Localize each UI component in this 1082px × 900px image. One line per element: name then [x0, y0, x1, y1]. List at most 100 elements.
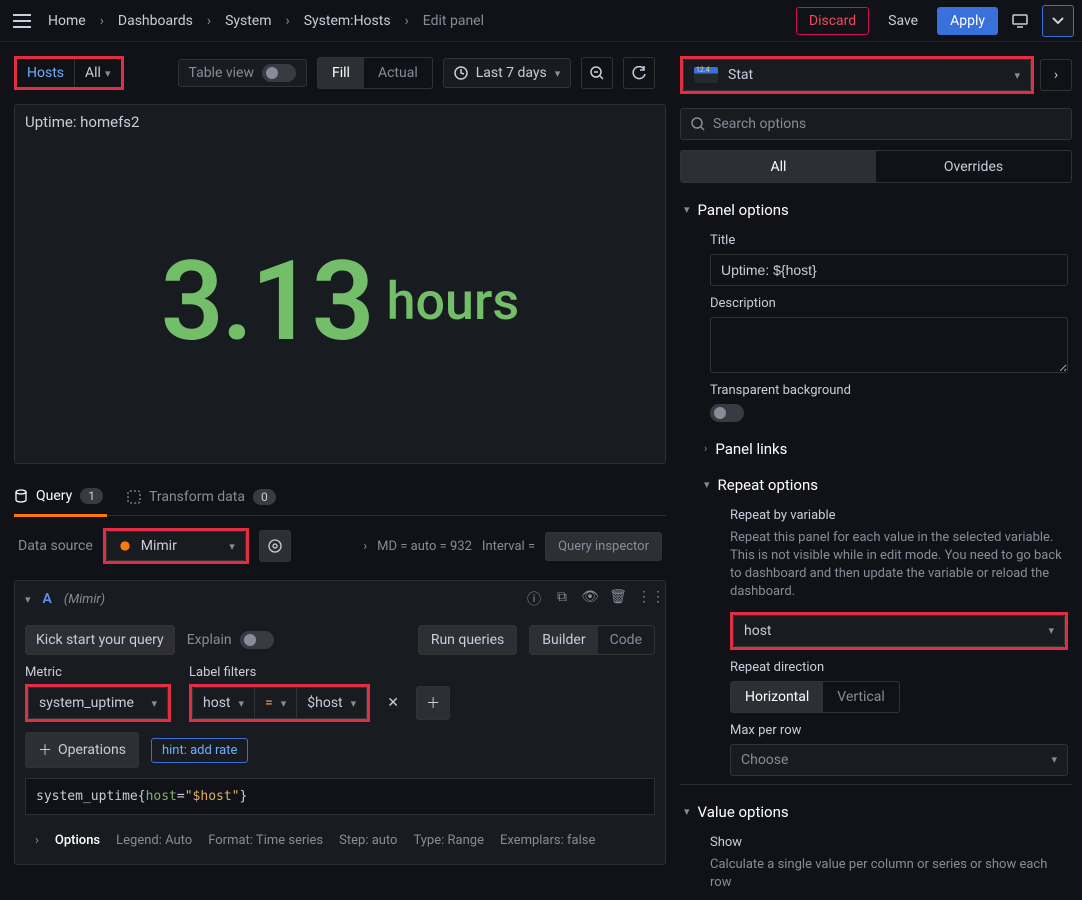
filter-value-select[interactable]: $host ▾ — [296, 687, 367, 719]
transform-count-badge: 0 — [253, 489, 276, 505]
crumb-system[interactable]: System — [219, 9, 277, 33]
run-queries-button[interactable]: Run queries — [418, 625, 517, 655]
direction-vertical[interactable]: Vertical — [823, 682, 898, 712]
datasource-picker[interactable]: Mimir ▾ — [106, 531, 246, 561]
visualization-picker[interactable]: Stat ▾ — [683, 59, 1031, 91]
show-help-text: Calculate a single value per column or s… — [710, 856, 1068, 892]
tab-query-label: Query — [36, 488, 72, 504]
crumb-dashboards[interactable]: Dashboards — [112, 9, 199, 33]
repeat-variable-select[interactable]: host ▾ — [733, 615, 1065, 647]
operations-button[interactable]: ＋ Operations — [25, 732, 139, 768]
metric-select[interactable]: system_uptime ▾ — [28, 687, 168, 719]
trash-icon[interactable]: 🗑 — [609, 589, 627, 609]
discard-button[interactable]: Discard — [796, 7, 869, 35]
time-range-label: Last 7 days — [476, 65, 547, 81]
collapse-sidebar-button[interactable]: › — [1040, 59, 1072, 91]
expand-options-icon[interactable]: › — [35, 833, 39, 848]
search-placeholder: Search options — [713, 116, 806, 132]
stat-value: 3.13 — [161, 237, 373, 366]
table-view-label: Table view — [189, 65, 255, 81]
filter-op: = — [265, 695, 273, 711]
help-icon[interactable]: ⓘ — [525, 589, 543, 609]
section-repeat-options[interactable]: ▾ Repeat options — [704, 472, 1068, 498]
table-view-switch[interactable] — [262, 64, 296, 82]
chevron-down-icon: ▾ — [351, 697, 357, 710]
section-panel-options[interactable]: ▾ Panel options — [684, 197, 1068, 223]
chevron-right-icon: › — [405, 13, 409, 29]
query-count-badge: 1 — [80, 488, 103, 504]
description-input[interactable] — [710, 317, 1068, 373]
panel-links-title: Panel links — [715, 440, 787, 458]
show-label: Show — [710, 835, 1068, 850]
hosts-var-value: All — [85, 65, 101, 81]
monitor-icon[interactable] — [1004, 5, 1036, 37]
chevron-down-button[interactable] — [1042, 5, 1074, 37]
chevron-down-icon: ▾ — [555, 67, 561, 80]
eye-icon[interactable]: 👁 — [581, 589, 599, 609]
kick-start-button[interactable]: Kick start your query — [25, 625, 175, 655]
crumb-home[interactable]: Home — [42, 9, 92, 33]
remove-filter-button[interactable]: ✕ — [376, 686, 410, 720]
apply-button[interactable]: Apply — [937, 7, 998, 35]
transparent-label: Transparent background — [710, 383, 1068, 398]
section-value-options[interactable]: ▾ Value options — [684, 799, 1068, 825]
hosts-var-label[interactable]: Hosts — [17, 59, 74, 87]
crumb-system-hosts[interactable]: System:Hosts — [298, 9, 397, 33]
code-mode[interactable]: Code — [598, 626, 654, 654]
repeat-variable-value: host — [744, 623, 772, 639]
max-per-row-value: Choose — [741, 752, 788, 768]
datasource-name: Mimir — [141, 538, 177, 554]
zoom-out-button[interactable] — [581, 57, 613, 89]
table-view-toggle[interactable]: Table view — [178, 59, 308, 87]
add-filter-button[interactable]: ＋ — [416, 686, 450, 720]
chevron-right-icon: › — [286, 13, 290, 29]
copy-icon[interactable]: ⧉ — [553, 589, 571, 609]
title-input[interactable] — [710, 254, 1068, 286]
menu-icon[interactable] — [8, 7, 36, 35]
hosts-var-picker[interactable]: All ▾ — [74, 59, 120, 87]
fill-option[interactable]: Fill — [318, 58, 364, 88]
max-per-row-label: Max per row — [730, 723, 1068, 738]
max-per-row-select[interactable]: Choose ▾ — [730, 744, 1068, 776]
query-source-label: (Mimir) — [64, 592, 105, 607]
time-range-picker[interactable]: Last 7 days ▾ — [443, 58, 572, 88]
collapse-query-icon[interactable]: ▾ — [25, 593, 31, 606]
transform-icon — [127, 490, 141, 504]
hint-add-rate[interactable]: hint: add rate — [151, 738, 248, 763]
drag-handle-icon[interactable]: ⋮⋮ — [637, 589, 655, 609]
explain-label: Explain — [187, 632, 232, 648]
tab-overrides[interactable]: Overrides — [876, 151, 1071, 182]
filter-key-select[interactable]: host ▾ — [192, 687, 254, 719]
transparent-switch[interactable] — [710, 404, 744, 422]
explain-switch[interactable] — [240, 631, 274, 649]
actual-option[interactable]: Actual — [364, 58, 432, 88]
datasource-label: Data source — [18, 538, 93, 554]
direction-horizontal[interactable]: Horizontal — [731, 682, 823, 712]
chevron-down-icon: ▾ — [1048, 624, 1054, 637]
search-options-input[interactable]: Search options — [680, 108, 1072, 140]
refresh-button[interactable] — [623, 57, 655, 89]
tab-transform[interactable]: Transform data 0 — [127, 479, 280, 515]
chevron-down-icon: ▾ — [239, 697, 245, 710]
tab-query[interactable]: Query 1 — [14, 478, 107, 517]
query-refid: A — [43, 591, 52, 607]
metric-label: Metric — [25, 665, 171, 680]
fit-toggle[interactable]: Fill Actual — [317, 57, 433, 89]
step-info: Step: auto — [339, 833, 397, 848]
save-button[interactable]: Save — [875, 7, 931, 35]
datasource-settings-button[interactable] — [259, 530, 291, 562]
direction-label: Repeat direction — [730, 660, 1068, 675]
tab-all[interactable]: All — [681, 151, 876, 182]
chevron-down-icon: ▾ — [1051, 753, 1057, 766]
chevron-right-icon: › — [207, 13, 211, 29]
filter-op-select[interactable]: = ▾ — [254, 687, 296, 719]
query-inspector-button[interactable]: Query inspector — [545, 532, 662, 561]
chevron-down-icon: ▾ — [684, 203, 690, 216]
crumb-edit-panel: Edit panel — [417, 9, 490, 33]
options-label[interactable]: Options — [55, 833, 100, 848]
title-field-label: Title — [710, 233, 1068, 248]
builder-mode[interactable]: Builder — [530, 626, 597, 654]
expand-icon[interactable]: › — [363, 539, 367, 554]
section-panel-links[interactable]: › Panel links — [704, 436, 1068, 462]
search-icon — [691, 117, 705, 131]
